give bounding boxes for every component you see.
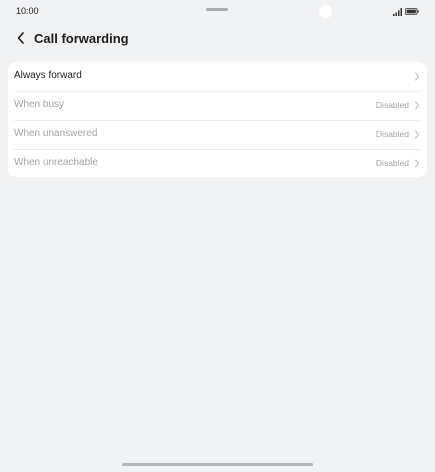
status-bar: 10:00 — [0, 0, 435, 24]
chevron-right-icon — [415, 159, 419, 168]
home-indicator[interactable] — [122, 463, 313, 466]
chevron-right-icon — [415, 130, 419, 139]
camera-cutout — [319, 5, 332, 18]
chevron-right-icon — [415, 72, 419, 81]
signal-icon — [393, 8, 402, 16]
page-title: Call forwarding — [34, 31, 129, 46]
status-time: 10:00 — [16, 6, 39, 16]
setting-row-status: Disabled — [375, 158, 409, 168]
setting-row-status: Disabled — [375, 100, 409, 110]
setting-row-always-forward[interactable]: Always forward — [8, 62, 427, 91]
back-button[interactable] — [12, 29, 30, 47]
setting-row-when-unreachable[interactable]: When unreachable Disabled — [8, 149, 427, 177]
setting-row-status: Disabled — [375, 129, 409, 139]
header: Call forwarding — [0, 24, 435, 54]
battery-icon — [405, 8, 419, 15]
setting-row-label: When busy — [14, 99, 65, 110]
notch-pill — [206, 8, 228, 11]
setting-row-when-unanswered[interactable]: When unanswered Disabled — [8, 120, 427, 149]
setting-row-label: When unanswered — [14, 128, 98, 139]
chevron-right-icon — [415, 101, 419, 110]
setting-row-label: When unreachable — [14, 157, 98, 168]
forwarding-options-list: Always forward When busy Disabled When u… — [8, 62, 427, 177]
chevron-left-icon — [17, 32, 24, 44]
setting-row-label: Always forward — [14, 70, 82, 81]
setting-row-when-busy[interactable]: When busy Disabled — [8, 91, 427, 120]
